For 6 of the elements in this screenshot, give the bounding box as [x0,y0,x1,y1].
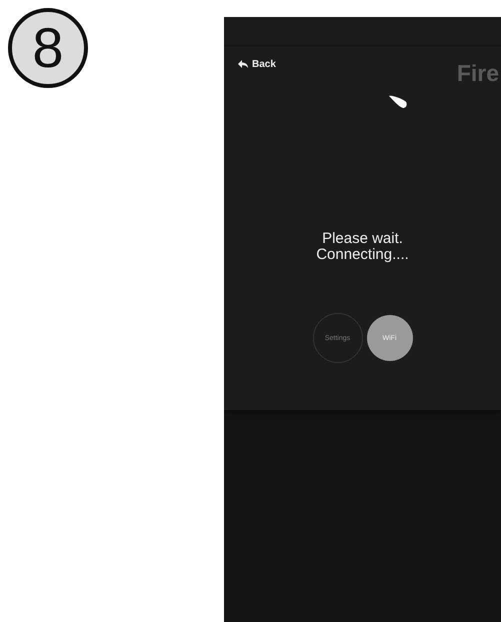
back-arrow-icon [238,60,248,68]
comet-icon [388,95,408,109]
status-message: Please wait. Connecting.... [316,231,409,263]
screen-title: Fire [456,60,500,86]
back-button[interactable]: Back [238,58,276,70]
step-number: 8 [8,8,88,88]
